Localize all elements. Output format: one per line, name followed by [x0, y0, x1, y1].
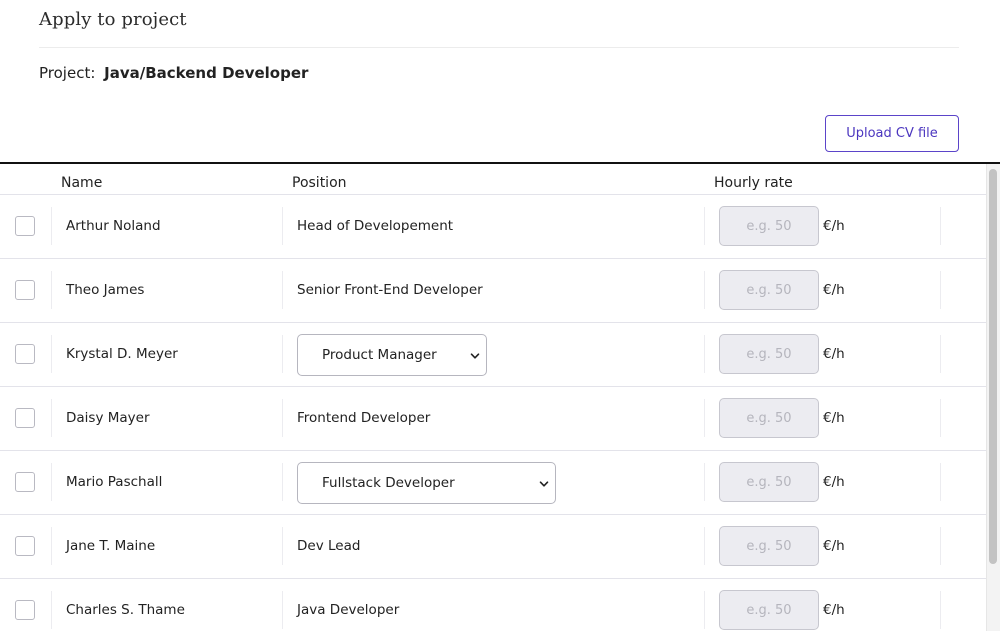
candidate-name: Krystal D. Meyer	[66, 346, 178, 362]
column-separator	[704, 335, 705, 373]
column-separator	[51, 591, 52, 629]
candidate-name: Jane T. Maine	[66, 538, 156, 554]
row-select-checkbox[interactable]	[15, 216, 35, 236]
column-header-hourly-rate: Hourly rate	[714, 175, 793, 191]
column-header-name: Name	[61, 175, 103, 191]
column-separator	[704, 527, 705, 565]
candidate-position: Senior Front-End Developer	[297, 282, 483, 298]
column-separator	[51, 399, 52, 437]
table-row: Charles S. Thame Java Developer €/h	[0, 579, 986, 631]
column-separator	[282, 463, 283, 501]
column-separator	[282, 399, 283, 437]
column-separator	[51, 271, 52, 309]
chevron-down-icon	[470, 353, 480, 359]
project-line: Project: Java/Backend Developer	[39, 64, 308, 82]
page-header: Apply to project Project: Java/Backend D…	[0, 0, 1000, 162]
column-separator	[940, 591, 941, 629]
column-separator	[282, 271, 283, 309]
apply-to-project-page: Apply to project Project: Java/Backend D…	[0, 0, 1000, 631]
vertical-scrollbar[interactable]	[986, 164, 1000, 631]
rate-unit: €/h	[823, 602, 845, 618]
candidate-name: Charles S. Thame	[66, 602, 185, 618]
page-title: Apply to project	[39, 9, 187, 30]
hourly-rate-input[interactable]	[719, 590, 819, 630]
upload-cv-button[interactable]: Upload CV file	[825, 115, 959, 152]
rate-unit: €/h	[823, 218, 845, 234]
candidate-name: Mario Paschall	[66, 474, 163, 490]
row-select-checkbox[interactable]	[15, 536, 35, 556]
candidates-table: Name Position Hourly rate Arthur Noland H…	[0, 164, 986, 631]
table-row: Jane T. Maine Dev Lead €/h	[0, 515, 986, 579]
column-separator	[704, 207, 705, 245]
candidate-position: Frontend Developer	[297, 410, 431, 426]
column-separator	[940, 399, 941, 437]
column-separator	[282, 207, 283, 245]
rate-unit: €/h	[823, 538, 845, 554]
position-select-value: Product Manager	[322, 347, 437, 363]
hourly-rate-input[interactable]	[719, 270, 819, 310]
project-label: Project:	[39, 64, 96, 82]
row-select-checkbox[interactable]	[15, 408, 35, 428]
table-row: Krystal D. Meyer Product Manager €/h	[0, 323, 986, 387]
column-separator	[704, 271, 705, 309]
candidate-name: Theo James	[66, 282, 145, 298]
candidate-position: Head of Developement	[297, 218, 454, 234]
table-row: Arthur Noland Head of Developement €/h	[0, 195, 986, 259]
row-select-checkbox[interactable]	[15, 280, 35, 300]
hourly-rate-input[interactable]	[719, 206, 819, 246]
chevron-down-icon	[539, 481, 549, 487]
column-separator	[51, 463, 52, 501]
column-separator	[940, 335, 941, 373]
rate-unit: €/h	[823, 346, 845, 362]
rate-unit: €/h	[823, 282, 845, 298]
table-body: Arthur NolandHead of Developement€/hTheo…	[0, 195, 986, 631]
row-select-checkbox[interactable]	[15, 344, 35, 364]
column-separator	[704, 463, 705, 501]
column-separator	[940, 207, 941, 245]
candidate-position: Dev Lead	[297, 538, 361, 554]
column-separator	[51, 335, 52, 373]
column-separator	[940, 271, 941, 309]
position-select[interactable]: Product Manager	[297, 334, 487, 376]
project-name: Java/Backend Developer	[104, 64, 309, 82]
column-separator	[282, 527, 283, 565]
position-select-value: Fullstack Developer	[322, 475, 455, 491]
hourly-rate-input[interactable]	[719, 526, 819, 566]
column-separator	[940, 527, 941, 565]
column-separator	[704, 399, 705, 437]
rate-unit: €/h	[823, 474, 845, 490]
scrollbar-thumb[interactable]	[989, 169, 997, 564]
column-separator	[51, 207, 52, 245]
column-separator	[282, 335, 283, 373]
column-separator	[940, 463, 941, 501]
column-header-position: Position	[292, 175, 347, 191]
title-divider	[39, 47, 959, 48]
table-header: Name Position Hourly rate	[0, 164, 986, 195]
candidate-name: Arthur Noland	[66, 218, 161, 234]
hourly-rate-input[interactable]	[719, 334, 819, 374]
column-separator	[51, 527, 52, 565]
position-select[interactable]: Fullstack Developer	[297, 462, 556, 504]
candidate-name: Daisy Mayer	[66, 410, 150, 426]
column-separator	[282, 591, 283, 629]
row-select-checkbox[interactable]	[15, 472, 35, 492]
rate-unit: €/h	[823, 410, 845, 426]
row-select-checkbox[interactable]	[15, 600, 35, 620]
table-row: Theo James Senior Front-End Developer €/h	[0, 259, 986, 323]
candidate-position: Java Developer	[297, 602, 400, 618]
hourly-rate-input[interactable]	[719, 462, 819, 502]
hourly-rate-input[interactable]	[719, 398, 819, 438]
table-row: Mario Paschall Fullstack Developer €/h	[0, 451, 986, 515]
table-row: Daisy Mayer Frontend Developer €/h	[0, 387, 986, 451]
column-separator	[704, 591, 705, 629]
